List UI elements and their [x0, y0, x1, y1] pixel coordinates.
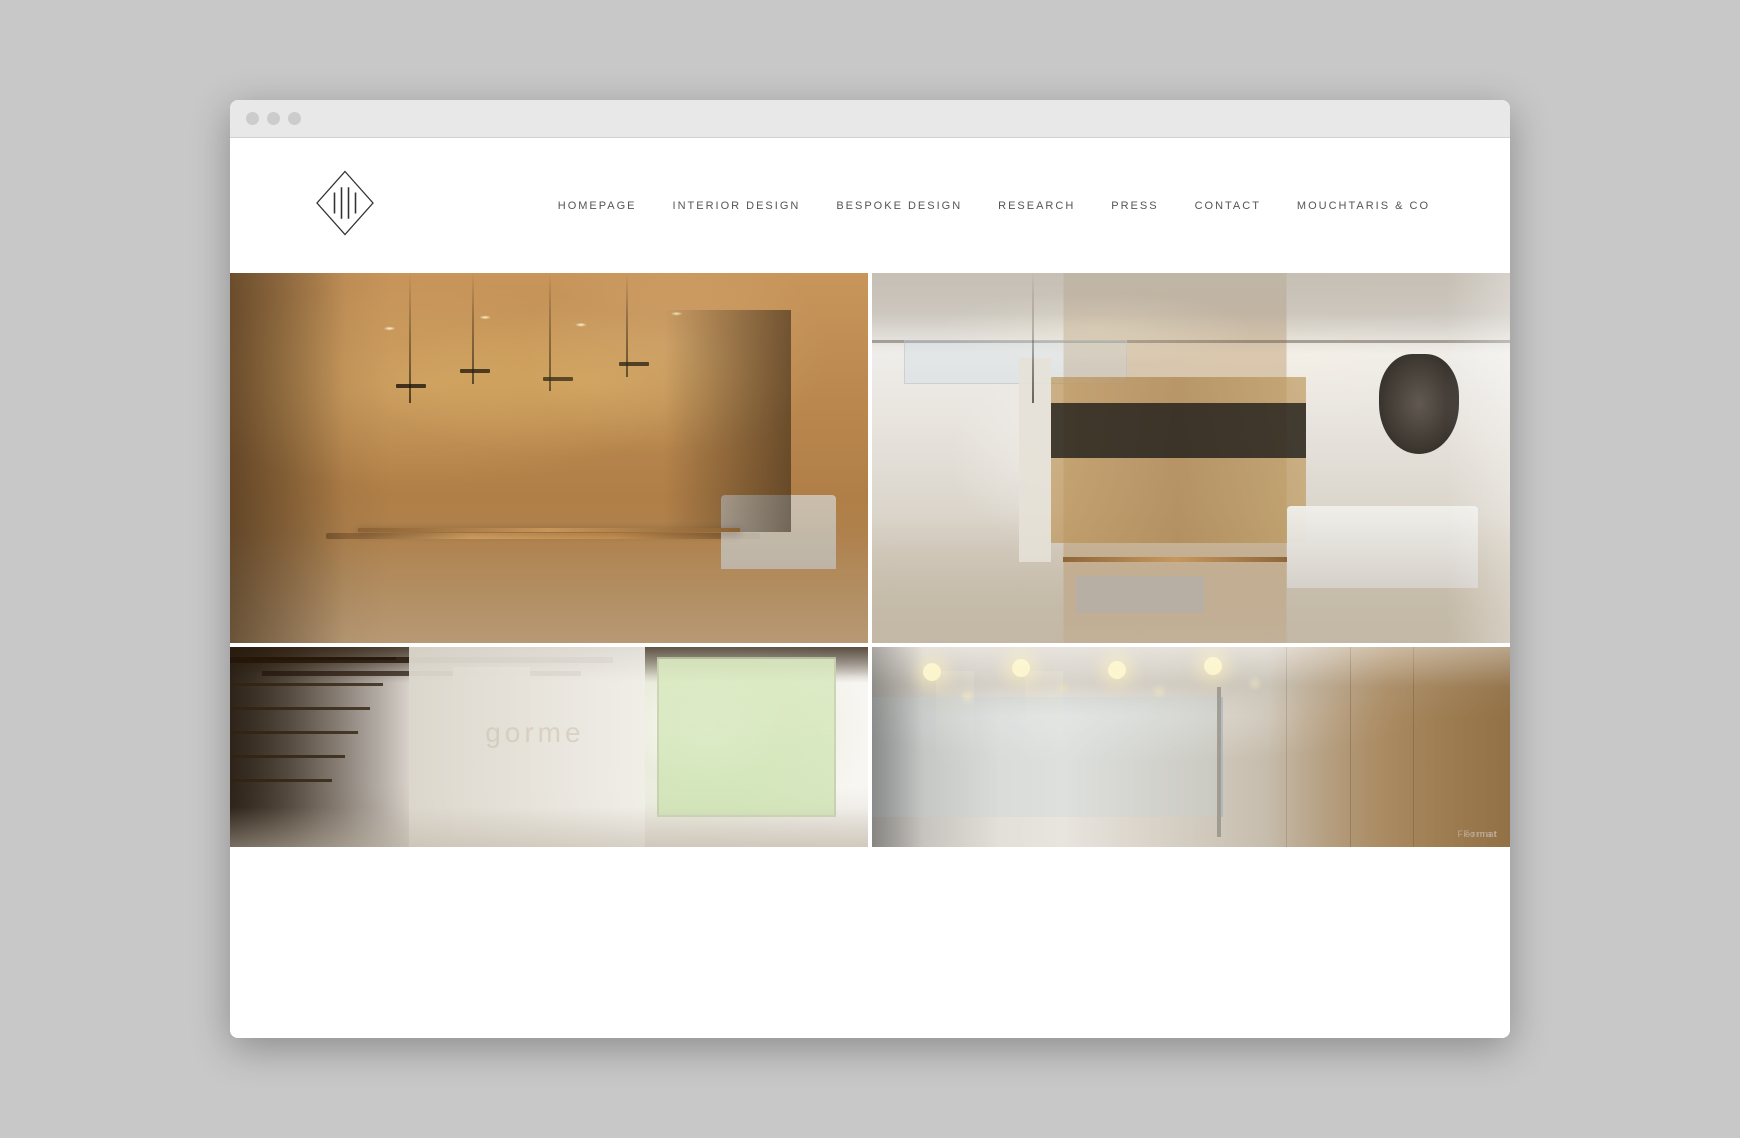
nav-item-interior-design[interactable]: INTERIOR DESIGN: [673, 200, 801, 212]
gallery-grid: gorme: [230, 273, 1510, 847]
browser-chrome: [230, 100, 1510, 138]
site-logo[interactable]: [310, 168, 380, 243]
browser-dot-yellow[interactable]: [267, 112, 280, 125]
browser-dot-green[interactable]: [288, 112, 301, 125]
nav-item-contact[interactable]: CONTACT: [1195, 200, 1261, 212]
nav-item-mouchtaris[interactable]: MOUCHTARIS & CO: [1297, 200, 1430, 212]
browser-dot-red[interactable]: [246, 112, 259, 125]
nav-item-press[interactable]: PRESS: [1111, 200, 1158, 212]
site-header: HOMEPAGE INTERIOR DESIGN BESPOKE DESIGN …: [230, 138, 1510, 263]
site-body: HOMEPAGE INTERIOR DESIGN BESPOKE DESIGN …: [230, 138, 1510, 1038]
gallery-cell-top-right[interactable]: [872, 273, 1510, 643]
gallery-cell-top-left[interactable]: [230, 273, 868, 643]
format-label: Format: [1463, 829, 1498, 839]
nav-item-homepage[interactable]: HOMEPAGE: [558, 200, 637, 212]
gallery-cell-bottom-right[interactable]: Format Format: [872, 647, 1510, 847]
gallery-image-top-left: [230, 273, 868, 643]
nav-item-bespoke-design[interactable]: BESPOKE DESIGN: [836, 200, 962, 212]
browser-window: HOMEPAGE INTERIOR DESIGN BESPOKE DESIGN …: [230, 100, 1510, 1038]
gallery-image-bottom-left: gorme: [230, 647, 868, 847]
gallery-image-bottom-right: Format Format: [872, 647, 1510, 847]
gallery-cell-bottom-left[interactable]: gorme: [230, 647, 868, 847]
nav-item-research[interactable]: RESEARCH: [998, 200, 1075, 212]
gallery-image-top-right: [872, 273, 1510, 643]
site-navigation: HOMEPAGE INTERIOR DESIGN BESPOKE DESIGN …: [558, 200, 1430, 212]
